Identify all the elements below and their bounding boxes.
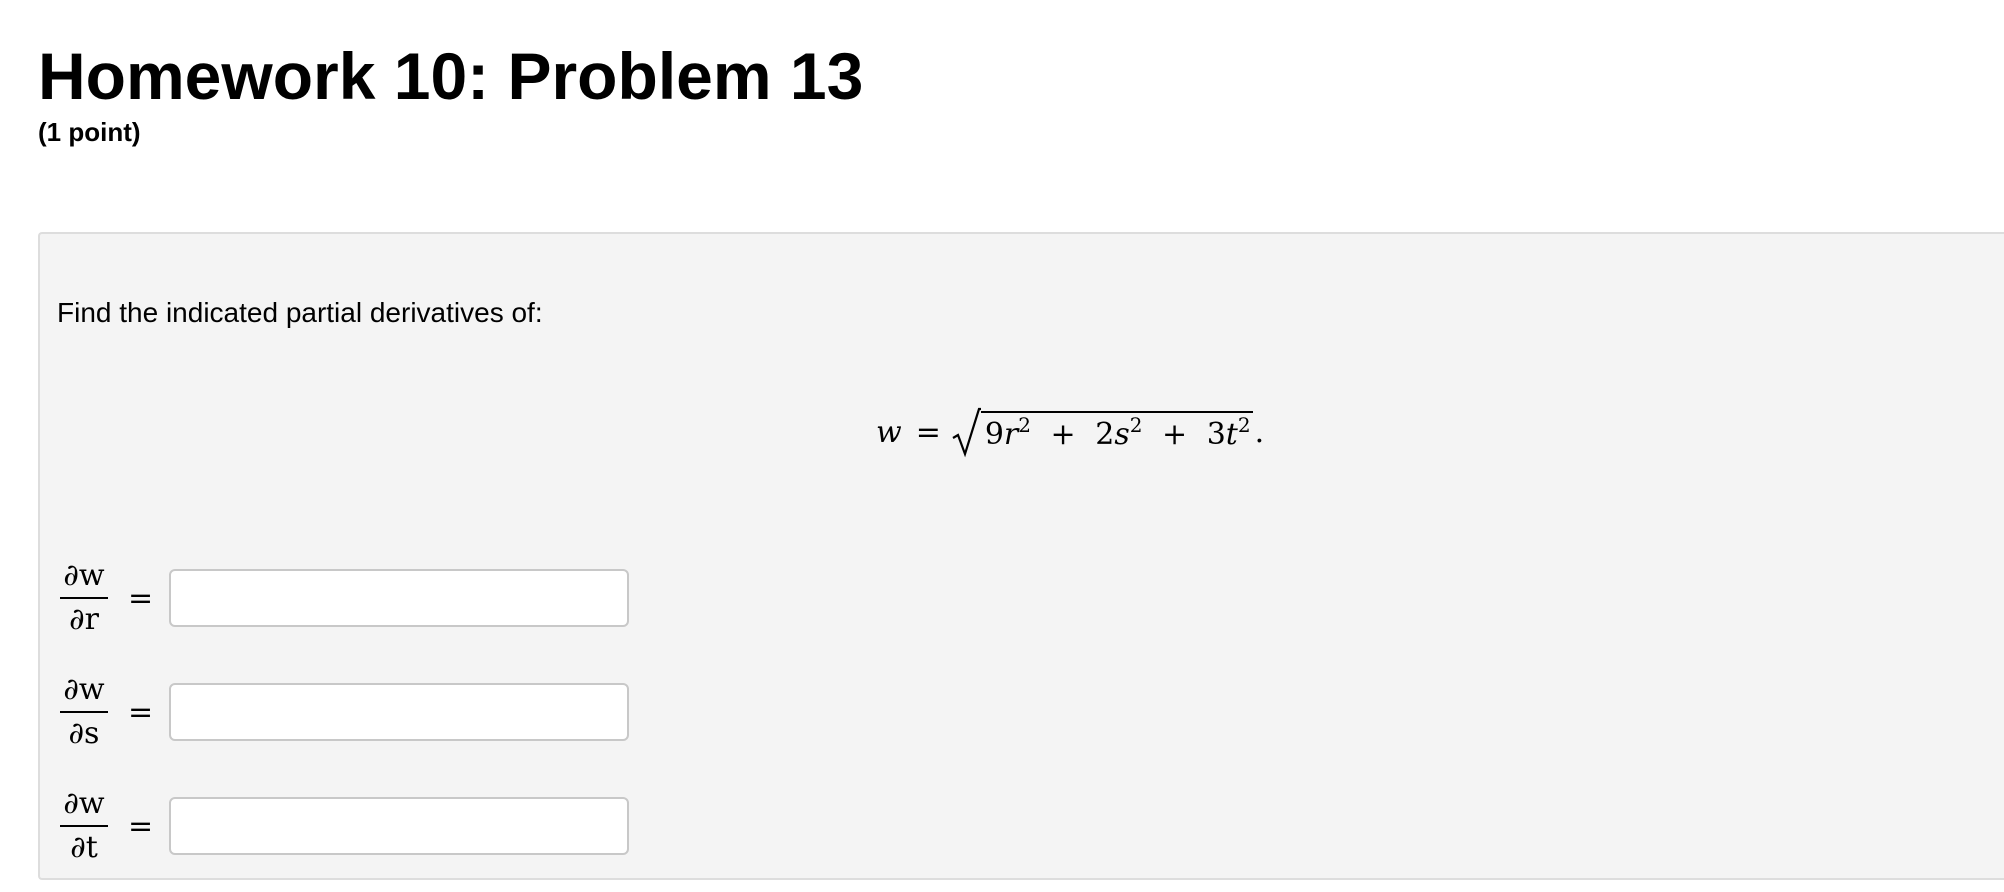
equals-sign: = <box>128 694 154 730</box>
page-title: Homework 10: Problem 13 <box>38 39 864 113</box>
plus-operator: + <box>1050 417 1076 452</box>
partial-fraction: ∂w ∂r <box>56 558 112 638</box>
fraction-numerator: ∂w <box>60 786 108 827</box>
radicand-term: 9r2 <box>984 413 1031 452</box>
problem-page: Homework 10: Problem 13 (1 point) Find t… <box>0 0 2004 892</box>
equals-sign: = <box>128 580 154 616</box>
fraction-denominator: ∂t <box>70 830 98 865</box>
fraction-numerator: ∂w <box>60 672 108 713</box>
answer-row-dt: ∂w ∂t = <box>56 786 630 866</box>
equation-lhs: w <box>876 414 902 450</box>
answer-input-dw-ds[interactable] <box>169 683 630 741</box>
equation-equals: = <box>915 414 941 450</box>
fraction-denominator: ∂s <box>68 716 100 751</box>
answer-row-dr: ∂w ∂r = <box>56 558 630 638</box>
equals-sign: = <box>128 808 154 844</box>
radicand-term: 2s2 <box>1095 413 1143 452</box>
answer-input-dw-dt[interactable] <box>169 797 630 855</box>
sqrt-symbol <box>952 407 981 458</box>
fraction-denominator: ∂r <box>69 602 99 637</box>
answer-input-dw-dr[interactable] <box>169 569 630 627</box>
radicand-term: 3t2 <box>1206 413 1251 452</box>
points-label: (1 point) <box>38 117 141 147</box>
radicand: 9r2 + 2s2 + 3t2 <box>980 411 1253 455</box>
partial-fraction: ∂w ∂s <box>56 672 112 752</box>
equation-period: . <box>1254 414 1265 450</box>
equation: w = 9r2 + 2s2 + 3t2 . <box>876 404 1264 460</box>
partial-fraction: ∂w ∂t <box>56 786 112 866</box>
answer-row-ds: ∂w ∂s = <box>56 672 630 752</box>
fraction-numerator: ∂w <box>60 558 108 599</box>
plus-operator: + <box>1162 417 1188 452</box>
problem-prompt: Find the indicated partial derivatives o… <box>57 297 543 328</box>
